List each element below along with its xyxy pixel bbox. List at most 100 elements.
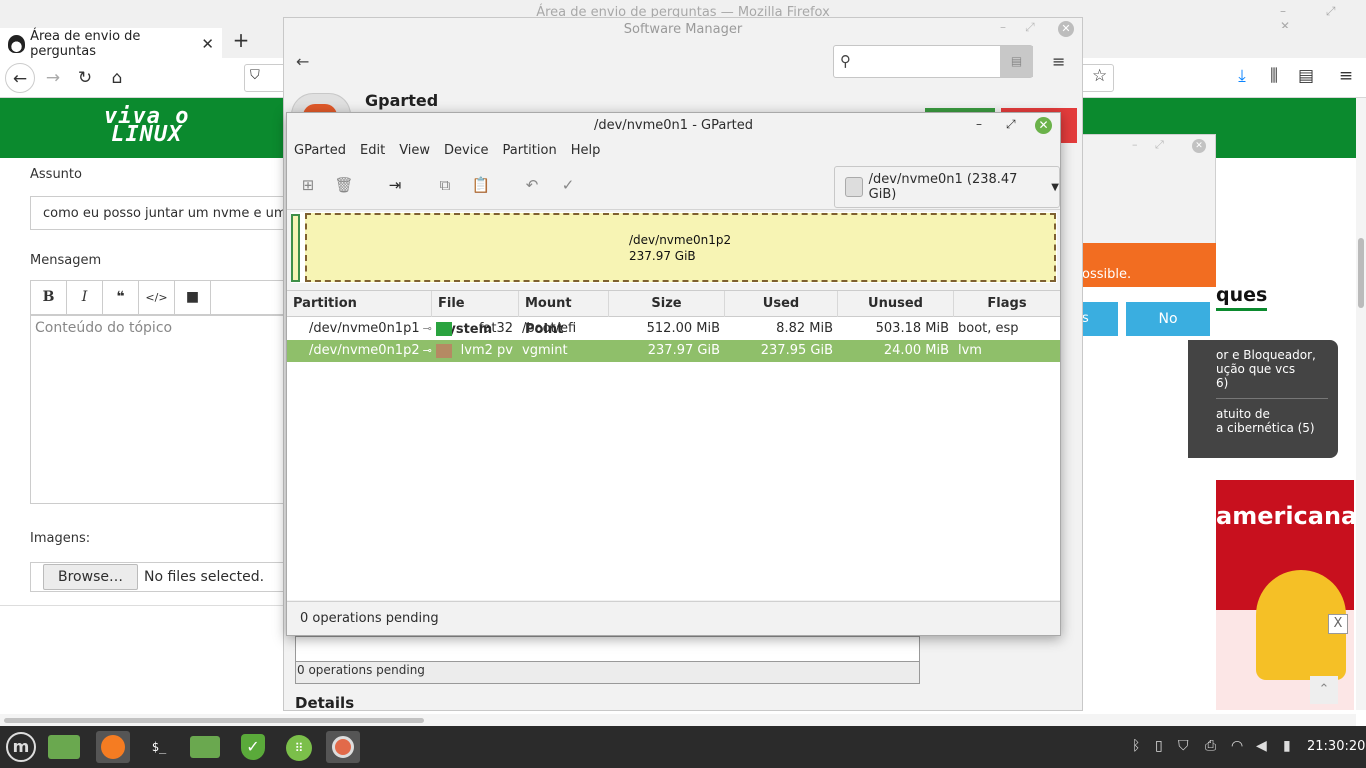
site-logo[interactable]: viva o LINUX xyxy=(104,106,189,147)
gparted-title: /dev/nvme0n1 - GParted xyxy=(593,118,754,133)
background-dialog-controls[interactable]: – ⤢ xyxy=(1132,138,1164,152)
device-selector[interactable]: /dev/nvme0n1 (238.47 GiB) ▼ xyxy=(834,166,1060,208)
file-input[interactable]: Browse… No files selected. xyxy=(30,562,290,592)
card-line[interactable]: or e Bloqueador, xyxy=(1216,348,1338,362)
library-icon[interactable]: ⫼ xyxy=(1262,66,1286,86)
col-unused[interactable]: Unused xyxy=(838,291,954,317)
card-line[interactable]: a cibernética (5) xyxy=(1216,421,1338,435)
ad-close-button[interactable]: X xyxy=(1328,614,1348,634)
tab-title: Área de envio de perguntas xyxy=(30,29,141,59)
video-button[interactable]: ■ xyxy=(175,281,211,314)
hamburger-menu-icon[interactable]: ≡ xyxy=(1052,52,1065,71)
resize-move-icon[interactable]: ⇥ xyxy=(384,176,406,196)
new-partition-icon[interactable]: ⊞ xyxy=(297,176,319,196)
partition-map-label: /dev/nvme0n1p2 237.97 GiB xyxy=(629,232,731,264)
reload-icon[interactable]: ↻ xyxy=(70,63,100,93)
device-selector-label: /dev/nvme0n1 (238.47 GiB) xyxy=(868,172,1018,202)
shield-icon[interactable]: ⛉ xyxy=(250,68,260,83)
back-arrow-icon[interactable]: ← xyxy=(296,52,309,71)
maximize-icon[interactable]: ⤢ xyxy=(1006,117,1016,132)
quote-button[interactable]: ❝ xyxy=(103,281,139,314)
printer-icon[interactable]: ⎙ xyxy=(1205,738,1216,754)
cell-filesystem: lvm2 pv xyxy=(432,340,519,362)
col-used[interactable]: Used xyxy=(725,291,838,317)
logo-line-2: LINUX xyxy=(111,122,183,147)
mint-menu-icon[interactable]: m xyxy=(6,732,36,762)
cell-size: 512.00 MiB xyxy=(646,321,720,336)
bold-button[interactable]: B xyxy=(31,281,67,314)
download-icon[interactable]: ⤓ xyxy=(1230,66,1254,86)
col-flags[interactable]: Flags xyxy=(954,291,1060,317)
wifi-icon[interactable]: ◠ xyxy=(1231,738,1243,754)
menu-gparted[interactable]: GParted xyxy=(287,140,353,164)
menu-view[interactable]: View xyxy=(392,140,437,164)
software-manager-window-controls[interactable]: – ⤢ xyxy=(1000,20,1035,35)
italic-button[interactable]: I xyxy=(67,281,103,314)
scroll-top-icon[interactable]: ⌃ xyxy=(1310,676,1338,704)
home-icon[interactable]: ⌂ xyxy=(102,63,132,93)
no-button[interactable]: No xyxy=(1126,302,1210,336)
message-editor[interactable]: Conteúdo do tópico xyxy=(30,315,290,504)
code-button[interactable]: </> xyxy=(139,281,175,314)
col-filesystem[interactable]: File System xyxy=(432,291,519,337)
shield-tray-icon[interactable]: ⛉ xyxy=(1178,738,1189,754)
mensagem-label: Mensagem xyxy=(30,253,102,268)
paste-icon[interactable]: 📋 xyxy=(470,176,492,196)
gparted-menubar: GParted Edit View Device Partition Help xyxy=(287,140,1060,164)
table-row[interactable]: /dev/nvme0n1p1 ⊸ fat32 /boot/efi 512.00 M… xyxy=(287,318,1060,340)
vertical-scrollbar[interactable] xyxy=(1356,98,1366,710)
table-row-selected[interactable]: /dev/nvme0n1p2 ⊸ lvm2 pv vgmint 237.97 Gi… xyxy=(287,340,1060,362)
background-dialog-close-icon[interactable]: ✕ xyxy=(1192,139,1206,153)
copy-icon[interactable]: ⧉ xyxy=(434,176,456,196)
card-line[interactable]: atuito de xyxy=(1216,407,1338,421)
col-mount-point[interactable]: Mount Point xyxy=(519,291,609,337)
sidebar-icon[interactable]: ▤ xyxy=(1294,66,1318,86)
battery-icon[interactable]: ▮ xyxy=(1283,738,1291,754)
clock[interactable]: 21:30:20 xyxy=(1307,739,1365,754)
hamburger-menu-icon[interactable]: ≡ xyxy=(1334,66,1358,86)
details-heading: Details xyxy=(295,694,355,712)
menu-edit[interactable]: Edit xyxy=(353,140,392,164)
new-tab-button[interactable]: + xyxy=(230,30,252,52)
col-size[interactable]: Size xyxy=(609,291,725,317)
key-icon: ⊸ xyxy=(422,322,432,335)
search-filter-button[interactable]: ▤ xyxy=(1000,46,1033,77)
clipboard-icon[interactable]: ▯ xyxy=(1155,738,1163,754)
browser-tab[interactable]: Área de envio de perguntas ✕ xyxy=(0,28,222,59)
subject-input[interactable]: como eu posso juntar um nvme e um p xyxy=(30,196,300,230)
terminal-icon[interactable]: $_ xyxy=(142,731,176,763)
firefox-icon[interactable] xyxy=(96,731,130,763)
bookmark-star-icon[interactable]: ☆ xyxy=(1092,66,1107,86)
menu-help[interactable]: Help xyxy=(564,140,608,164)
card-line[interactable]: 6) xyxy=(1216,376,1338,390)
apply-check-icon[interactable]: ✓ xyxy=(557,176,579,196)
gparted-taskbar-icon[interactable] xyxy=(326,731,360,763)
close-icon[interactable]: ✕ xyxy=(1035,117,1052,134)
back-arrow-icon[interactable]: ← xyxy=(5,63,35,93)
vertical-scrollbar-thumb[interactable] xyxy=(1358,238,1364,308)
minimize-icon[interactable]: – xyxy=(976,117,982,131)
forward-arrow-icon[interactable]: → xyxy=(38,63,68,93)
tab-close-icon[interactable]: ✕ xyxy=(201,35,214,53)
show-desktop-icon[interactable] xyxy=(48,735,80,759)
horizontal-scrollbar-thumb[interactable] xyxy=(4,718,424,723)
section-heading: ques xyxy=(1216,284,1268,311)
browse-button[interactable]: Browse… xyxy=(43,564,138,590)
files-icon[interactable] xyxy=(190,736,220,758)
cell-flags: lvm xyxy=(958,343,982,358)
partial-button[interactable]: s xyxy=(1082,302,1118,336)
card-line[interactable]: ução que vcs xyxy=(1216,362,1338,376)
shield-app-icon[interactable]: ✓ xyxy=(236,731,270,763)
card-divider xyxy=(1216,398,1328,399)
delete-icon[interactable]: 🗑 xyxy=(333,176,355,196)
menu-partition[interactable]: Partition xyxy=(496,140,564,164)
menu-device[interactable]: Device xyxy=(437,140,495,164)
software-manager-icon[interactable]: ⠿ xyxy=(282,731,316,763)
software-manager-close-icon[interactable]: ✕ xyxy=(1058,21,1074,37)
undo-icon[interactable]: ↶ xyxy=(521,176,543,196)
partition-map-p1[interactable] xyxy=(291,214,300,282)
volume-icon[interactable]: ◀ xyxy=(1256,738,1267,754)
bluetooth-icon[interactable]: ᛒ xyxy=(1132,738,1140,754)
col-partition[interactable]: Partition xyxy=(287,291,432,317)
cell-flags: boot, esp xyxy=(958,321,1019,336)
